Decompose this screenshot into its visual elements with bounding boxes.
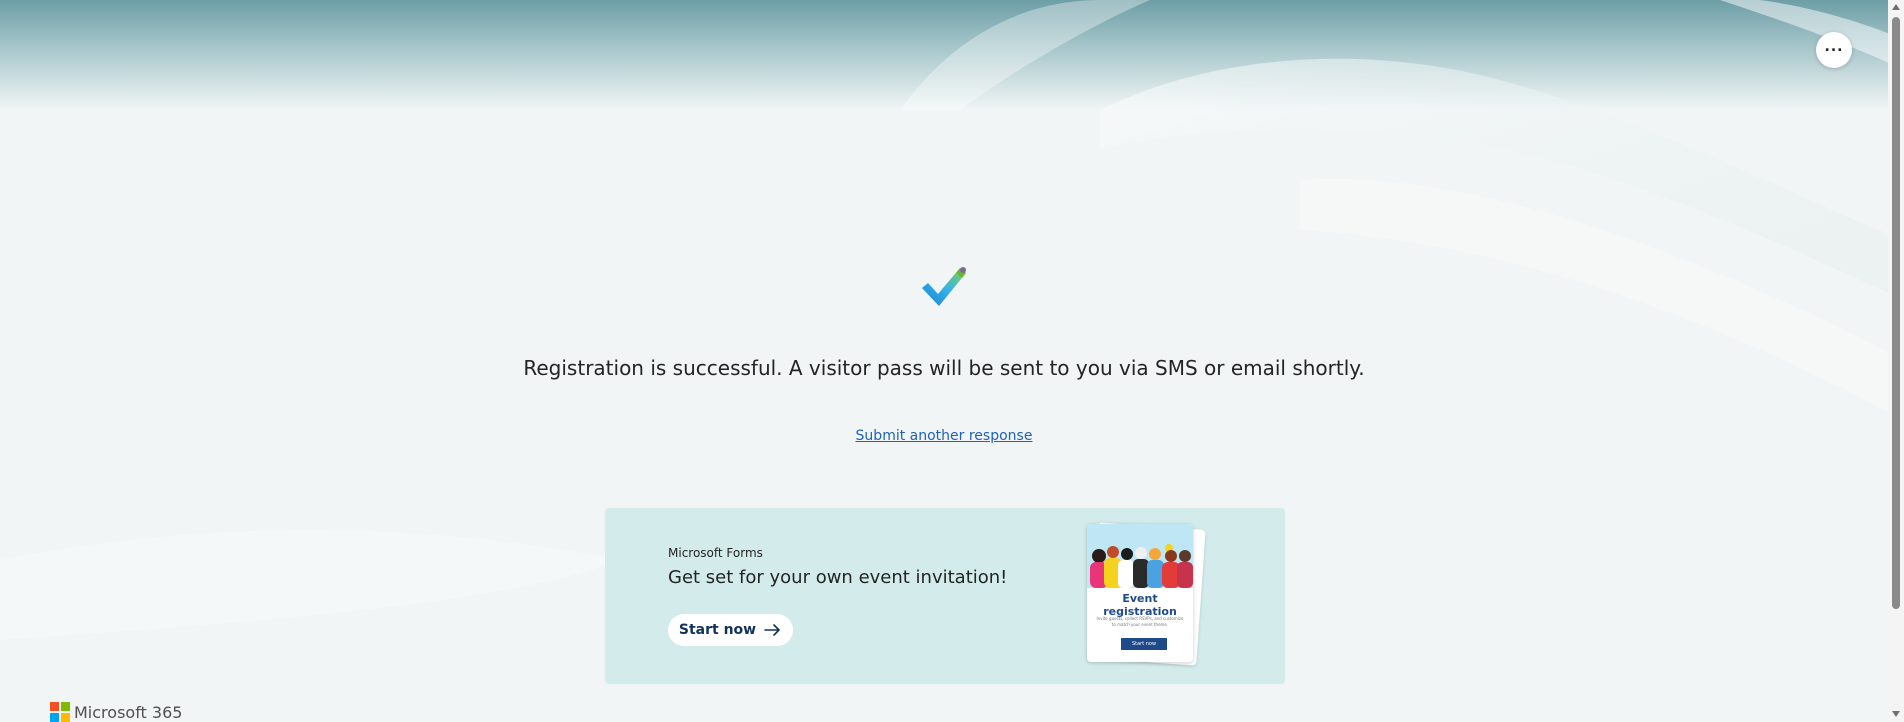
microsoft-logo-icon (50, 702, 70, 722)
scroll-down-arrow-icon[interactable] (1892, 711, 1900, 717)
illustration-front-card: Event registration Invite guests, collec… (1087, 524, 1193, 662)
logo-square-green (61, 702, 70, 711)
start-now-button[interactable]: Start now (668, 614, 793, 646)
promo-headline: Get set for your own event invitation! (668, 567, 1008, 588)
scroll-up-arrow-icon[interactable] (1892, 4, 1900, 10)
submit-another-response-link[interactable]: Submit another response (856, 428, 1033, 444)
logo-square-blue (50, 713, 59, 722)
checkmark-icon (922, 267, 966, 306)
footer-brand: Microsoft 365 (50, 702, 182, 722)
logo-square-red (50, 702, 59, 711)
illustration-title: Event registration (1103, 592, 1177, 618)
illustration-body: Invite guests, collect RSVPs, and custom… (1096, 616, 1184, 627)
scrollbar-thumb[interactable] (1892, 17, 1900, 609)
confirmation-message: Registration is successful. A visitor pa… (523, 356, 1365, 380)
logo-square-yellow (61, 713, 70, 722)
more-options-button[interactable]: ... (1816, 32, 1852, 68)
event-registration-illustration: Event registration Invite guests, collec… (1087, 522, 1206, 666)
promo-card: Microsoft Forms Get set for your own eve… (605, 508, 1285, 684)
page: ... Registration is successful. A visito… (0, 0, 1904, 722)
brand-name: Microsoft 365 (74, 702, 183, 722)
submit-another-container: Submit another response (0, 428, 1888, 444)
arrow-right-icon (764, 624, 780, 636)
promo-product-name: Microsoft Forms (668, 546, 763, 560)
illustration-button: Start now (1121, 638, 1167, 650)
people-illustration (1090, 544, 1193, 588)
vertical-scrollbar[interactable] (1888, 0, 1904, 722)
start-now-label: Start now (678, 622, 757, 638)
more-horizontal-icon: ... (1824, 39, 1844, 55)
